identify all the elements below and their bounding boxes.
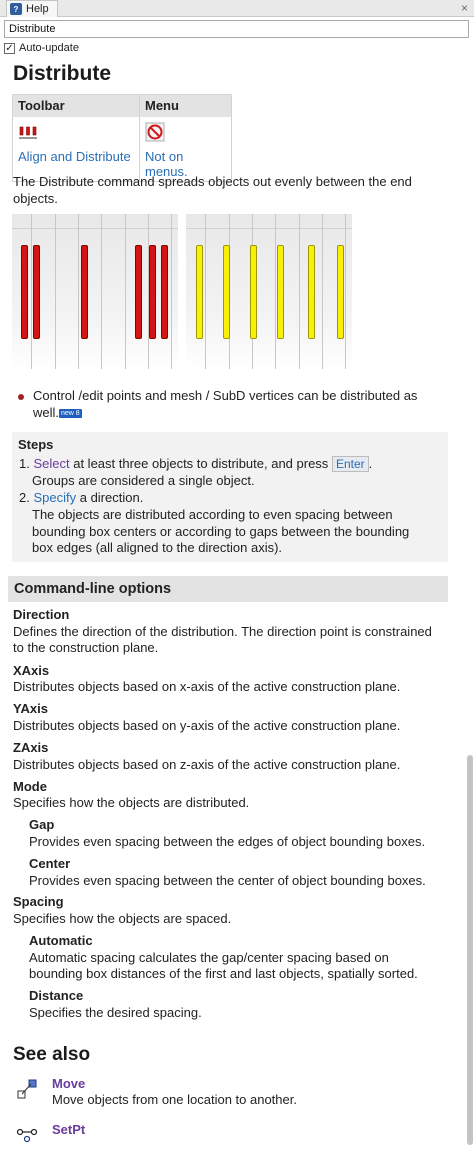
auto-update-row[interactable]: ✓ Auto-update xyxy=(4,40,79,56)
step-2-note-3: box edges (all aligned to the direction … xyxy=(32,540,283,555)
auto-update-label: Auto-update xyxy=(19,42,79,54)
option-center: Center xyxy=(29,856,71,871)
option-direction-desc-2: to the construction plane. xyxy=(13,640,159,655)
step-1-note: Groups are considered a single object. xyxy=(32,473,255,488)
select-link[interactable]: Select xyxy=(33,456,69,471)
move-link[interactable]: Move xyxy=(52,1076,85,1091)
option-spacing: Spacing xyxy=(13,894,64,909)
vertical-scrollbar[interactable] xyxy=(467,755,473,1145)
intro-line-1: The Distribute command spreads objects o… xyxy=(13,174,412,189)
step-1-number: 1. xyxy=(19,456,30,471)
option-gap: Gap xyxy=(29,817,55,832)
toolbar-menu-table: Toolbar Menu Align and Distribute Not on… xyxy=(12,94,232,182)
page-title: Distribute xyxy=(13,62,112,85)
step-1: 1. Select at least three objects to dist… xyxy=(19,456,372,472)
help-content: Distribute Toolbar Menu Align and Distri… xyxy=(0,58,462,1150)
option-distance-desc: Specifies the desired spacing. xyxy=(29,1005,202,1020)
distribute-before-image xyxy=(12,214,178,369)
option-automatic: Automatic xyxy=(29,933,93,948)
option-distance: Distance xyxy=(29,988,84,1003)
option-spacing-desc: Specifies how the objects are spaced. xyxy=(13,911,232,926)
option-gap-desc: Provides even spacing between the edges … xyxy=(29,834,426,849)
toolbar-header: Toolbar xyxy=(12,94,140,117)
step-1-end: . xyxy=(368,456,373,471)
bullet-line-1: Control /edit points and mesh / SubD ver… xyxy=(33,388,418,403)
step-2-number: 2. xyxy=(19,490,30,505)
setpt-link[interactable]: SetPt xyxy=(52,1122,85,1137)
move-icon xyxy=(17,1079,37,1099)
option-yaxis-desc: Distributes objects based on y-axis of t… xyxy=(13,718,401,733)
tab-help-label: Help xyxy=(26,3,49,15)
command-line-options-header: Command-line options xyxy=(8,576,448,602)
step-1-text: at least three objects to distribute, an… xyxy=(69,456,329,471)
panel-tab-strip: ? Help × xyxy=(0,0,474,17)
distribute-toolbar-icon[interactable] xyxy=(18,122,38,142)
option-automatic-desc-1: Automatic spacing calculates the gap/cen… xyxy=(29,950,389,965)
align-and-distribute-link[interactable]: Align and Distribute xyxy=(18,149,131,164)
option-zaxis: ZAxis xyxy=(13,740,49,755)
bullet-line-2: well. new 8 xyxy=(33,405,82,421)
help-icon: ? xyxy=(10,3,22,15)
see-also-title: See also xyxy=(13,1044,91,1065)
move-desc: Move objects from one location to anothe… xyxy=(52,1092,297,1107)
option-yaxis: YAxis xyxy=(13,701,48,716)
auto-update-checkbox[interactable]: ✓ xyxy=(4,42,15,54)
step-2-note-2: bounding box centers or according to gap… xyxy=(32,524,410,539)
option-center-desc: Provides even spacing between the center… xyxy=(29,873,426,888)
command-name-field[interactable]: Distribute xyxy=(4,20,469,38)
steps-section: Steps 1. Select at least three objects t… xyxy=(12,432,448,562)
step-2-text: a direction. xyxy=(76,490,144,505)
option-mode: Mode xyxy=(13,779,47,794)
intro-line-2: objects. xyxy=(13,191,58,206)
new-badge: new 8 xyxy=(59,409,82,419)
option-mode-desc: Specifies how the objects are distribute… xyxy=(13,795,250,810)
bullet-marker xyxy=(18,394,24,400)
option-direction: Direction xyxy=(13,607,70,622)
step-2-note-1: The objects are distributed according to… xyxy=(32,507,393,522)
steps-title: Steps xyxy=(18,437,54,452)
menu-header: Menu xyxy=(139,94,232,117)
option-automatic-desc-2: bounding box distances of the first and … xyxy=(29,966,418,981)
step-2: 2. Specify a direction. xyxy=(19,490,143,506)
setpt-icon xyxy=(16,1128,38,1143)
option-zaxis-desc: Distributes objects based on z-axis of t… xyxy=(13,757,401,772)
tab-help[interactable]: ? Help xyxy=(6,0,58,17)
bullet-line-2-text: well. xyxy=(33,405,60,420)
distribute-after-image xyxy=(186,214,352,369)
enter-key: Enter xyxy=(331,456,369,472)
specify-link[interactable]: Specify xyxy=(33,490,76,505)
option-xaxis-desc: Distributes objects based on x-axis of t… xyxy=(13,679,401,694)
option-xaxis: XAxis xyxy=(13,663,50,678)
not-on-menus-icon xyxy=(145,122,165,141)
close-icon[interactable]: × xyxy=(461,1,468,15)
option-direction-desc-1: Defines the direction of the distributio… xyxy=(13,624,432,639)
